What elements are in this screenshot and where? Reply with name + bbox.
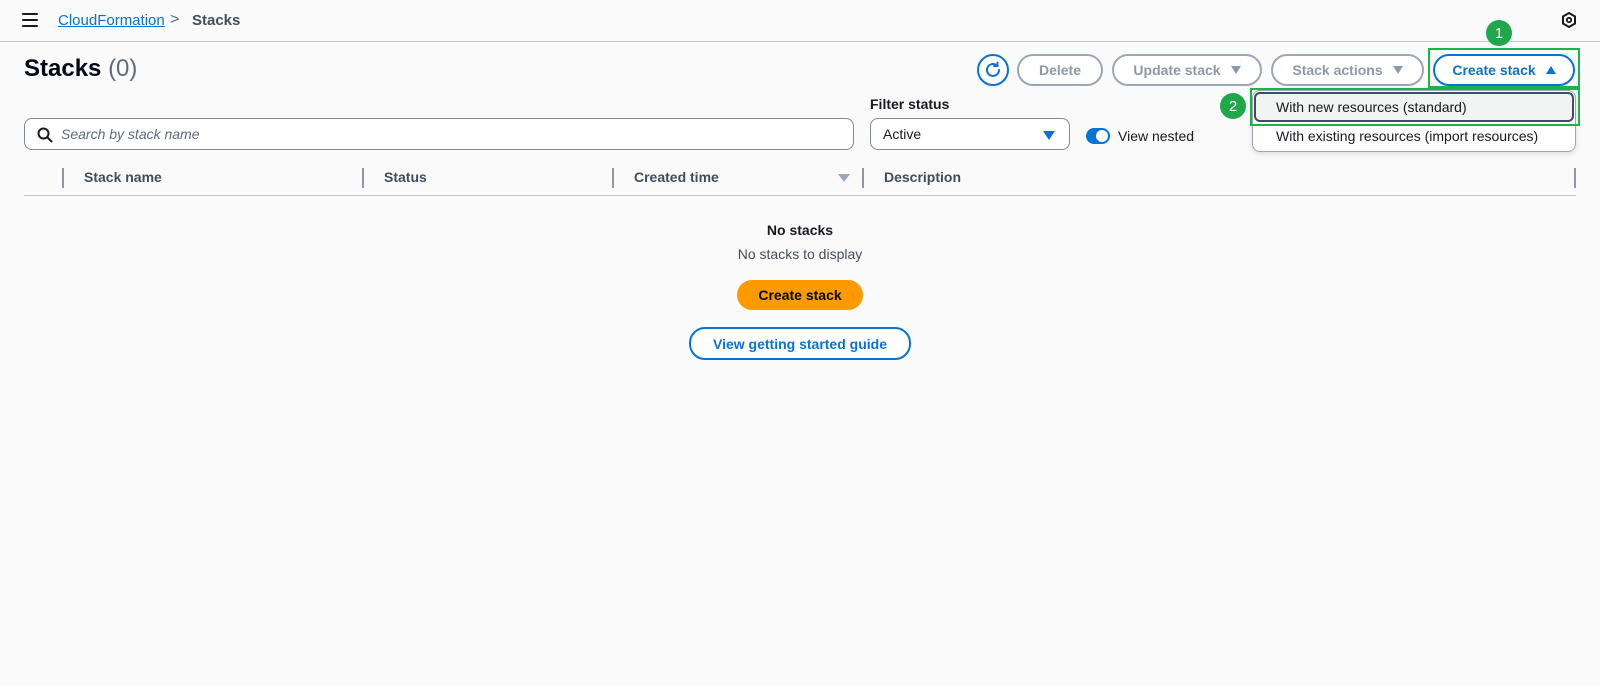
view-getting-started-guide-button[interactable]: View getting started guide xyxy=(689,327,911,360)
refresh-button[interactable] xyxy=(977,54,1009,86)
breadcrumb-separator: > xyxy=(170,11,180,28)
view-nested-label: View nested xyxy=(1118,128,1195,144)
column-stack-name[interactable]: Stack name xyxy=(84,169,162,185)
stack-count: (0) xyxy=(108,55,138,82)
page-title: Stacks (0) xyxy=(24,55,137,83)
caret-down-icon xyxy=(1392,66,1403,74)
create-stack-dropdown-button[interactable]: Create stack xyxy=(1433,54,1575,86)
menu-item-new-resources[interactable]: With new resources (standard) xyxy=(1254,92,1574,122)
page-title-text: Stacks xyxy=(24,55,102,82)
refresh-icon xyxy=(986,61,1000,77)
search-icon xyxy=(37,127,53,143)
column-divider[interactable] xyxy=(362,168,364,188)
column-divider[interactable] xyxy=(862,168,864,188)
filter-status-label: Filter status xyxy=(870,96,950,112)
column-divider xyxy=(1574,168,1576,188)
view-nested-toggle[interactable] xyxy=(1086,128,1110,144)
column-status[interactable]: Status xyxy=(384,169,427,185)
stack-actions-label: Stack actions xyxy=(1292,62,1383,78)
column-created-time[interactable]: Created time xyxy=(634,169,719,185)
empty-state-subtitle: No stacks to display xyxy=(737,246,863,262)
update-stack-button[interactable]: Update stack xyxy=(1112,54,1262,86)
sort-descending-icon[interactable] xyxy=(838,174,850,182)
step-badge-2: 2 xyxy=(1220,93,1246,119)
update-stack-label: Update stack xyxy=(1133,62,1221,78)
guide-button-label: View getting started guide xyxy=(713,335,887,352)
stack-actions-button[interactable]: Stack actions xyxy=(1271,54,1424,86)
menu-icon[interactable] xyxy=(22,13,38,27)
create-stack-label: Create stack xyxy=(1452,62,1536,78)
breadcrumb-cloudformation[interactable]: CloudFormation xyxy=(58,12,165,29)
column-description[interactable]: Description xyxy=(884,169,961,185)
top-navigation: CloudFormation > Stacks xyxy=(0,0,1600,42)
caret-down-icon xyxy=(1230,66,1241,74)
step-badge-1: 1 xyxy=(1486,20,1512,46)
search-field[interactable] xyxy=(24,118,854,150)
caret-down-icon xyxy=(1043,131,1055,140)
settings-icon[interactable] xyxy=(1561,12,1577,28)
create-stack-menu: With new resources (standard) With exist… xyxy=(1252,90,1576,152)
delete-button-label: Delete xyxy=(1038,62,1082,78)
create-stack-button[interactable]: Create stack xyxy=(737,280,863,310)
caret-up-icon xyxy=(1545,66,1556,74)
breadcrumb-current: Stacks xyxy=(192,12,241,29)
create-stack-button-label: Create stack xyxy=(758,287,842,303)
delete-button[interactable]: Delete xyxy=(1017,54,1103,86)
filter-status-value: Active xyxy=(883,126,922,142)
filter-status-select[interactable]: Active xyxy=(870,118,1070,150)
column-divider[interactable] xyxy=(612,168,614,188)
menu-item-existing-resources[interactable]: With existing resources (import resource… xyxy=(1254,121,1574,151)
column-divider xyxy=(62,168,64,188)
search-input[interactable] xyxy=(61,119,841,149)
empty-state-title: No stacks xyxy=(766,222,834,238)
table-header: Stack name Status Created time Descripti… xyxy=(24,164,1576,196)
